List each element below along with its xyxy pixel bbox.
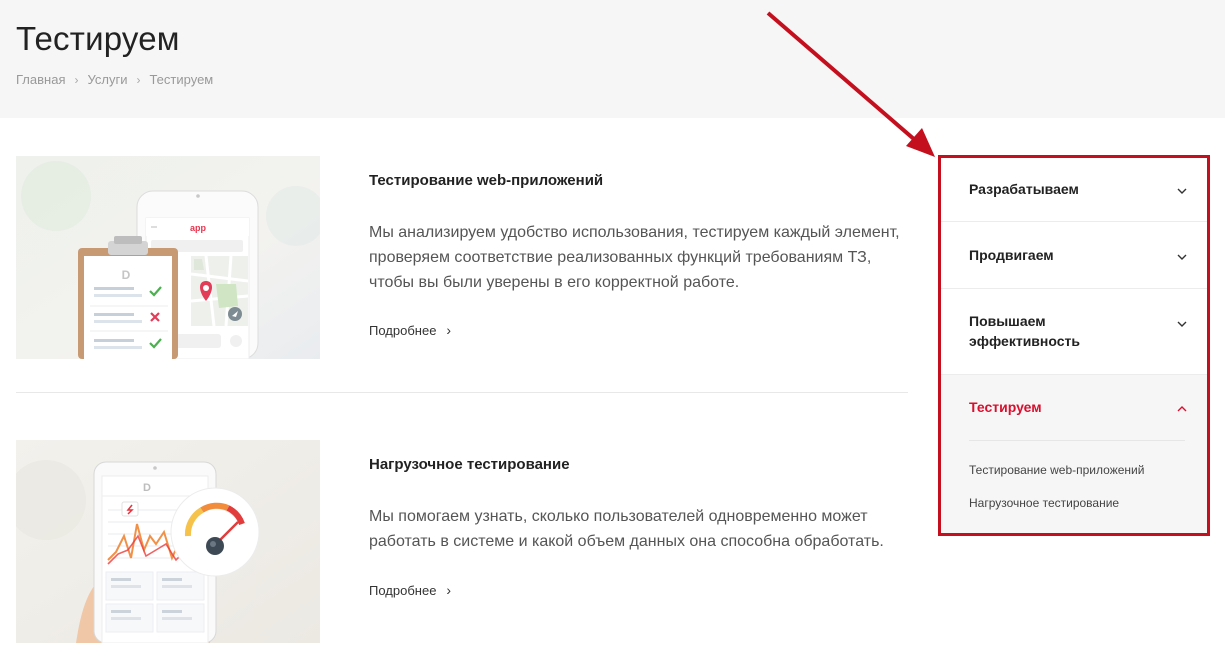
- web-testing-illustration[interactable]: app D: [16, 156, 320, 359]
- breadcrumb-current: Тестируем: [149, 72, 214, 87]
- sidebar-item-label: Тестируем: [969, 399, 1042, 415]
- submenu-divider: [969, 440, 1185, 441]
- read-more-label: Подробнее: [369, 322, 437, 338]
- card-description: Мы анализируем удобство использования, т…: [369, 224, 900, 291]
- card-title[interactable]: Тестирование web-приложений: [369, 172, 603, 189]
- read-more-link[interactable]: Подробнее ›: [369, 322, 451, 338]
- card-divider: [16, 392, 908, 393]
- page-header: Тестируем Главная › Услуги › Тестируем: [0, 0, 1225, 118]
- sidebar-item-develop[interactable]: Разрабатываем: [941, 157, 1208, 222]
- chevron-right-icon: ›: [136, 72, 141, 87]
- read-more-link[interactable]: Подробнее ›: [369, 582, 451, 598]
- card-description: Мы помогаем узнать, сколько пользователе…: [369, 508, 884, 550]
- service-card-web: app D Тестирование web-приложений Мы ана…: [16, 156, 908, 359]
- sidebar-item-label: Разрабатываем: [969, 181, 1079, 197]
- chevron-down-icon: [1177, 254, 1187, 260]
- sidebar-item-promote[interactable]: Продвигаем: [941, 222, 1208, 289]
- breadcrumb-services[interactable]: Услуги: [87, 72, 127, 87]
- load-testing-illustration[interactable]: D: [16, 440, 320, 643]
- sidebar-item-testing[interactable]: Тестируем Тестирование web-приложений На…: [941, 375, 1208, 534]
- read-more-label: Подробнее: [369, 582, 437, 598]
- app-logo-text: app: [190, 223, 207, 233]
- services-sidebar: Разрабатываем Продвигаем Повышаем эффект…: [941, 157, 1208, 534]
- page-title: Тестируем: [16, 20, 180, 57]
- chevron-right-icon: ›: [446, 582, 452, 598]
- chevron-right-icon: ›: [74, 72, 79, 87]
- sidebar-item-efficiency[interactable]: Повышаем эффективность: [941, 289, 1208, 375]
- submenu-item-load-testing[interactable]: Нагрузочное тестирование: [969, 496, 1119, 510]
- chevron-right-icon: ›: [446, 322, 452, 338]
- chevron-down-icon: [1177, 321, 1187, 327]
- svg-text:D: D: [122, 268, 131, 282]
- chevron-down-icon: [1177, 188, 1187, 194]
- service-card-load: D Нагрузочное тестирование Мы помогаем у…: [16, 440, 908, 643]
- breadcrumb-home[interactable]: Главная: [16, 72, 65, 87]
- sidebar-item-label: Продвигаем: [969, 247, 1054, 263]
- card-title[interactable]: Нагрузочное тестирование: [369, 456, 570, 473]
- breadcrumb: Главная › Услуги › Тестируем: [16, 72, 213, 87]
- submenu-item-web-testing[interactable]: Тестирование web-приложений: [969, 463, 1144, 477]
- chevron-up-icon: [1177, 406, 1187, 412]
- sidebar-item-label: Повышаем эффективность: [969, 313, 1080, 349]
- svg-text:D: D: [143, 482, 151, 494]
